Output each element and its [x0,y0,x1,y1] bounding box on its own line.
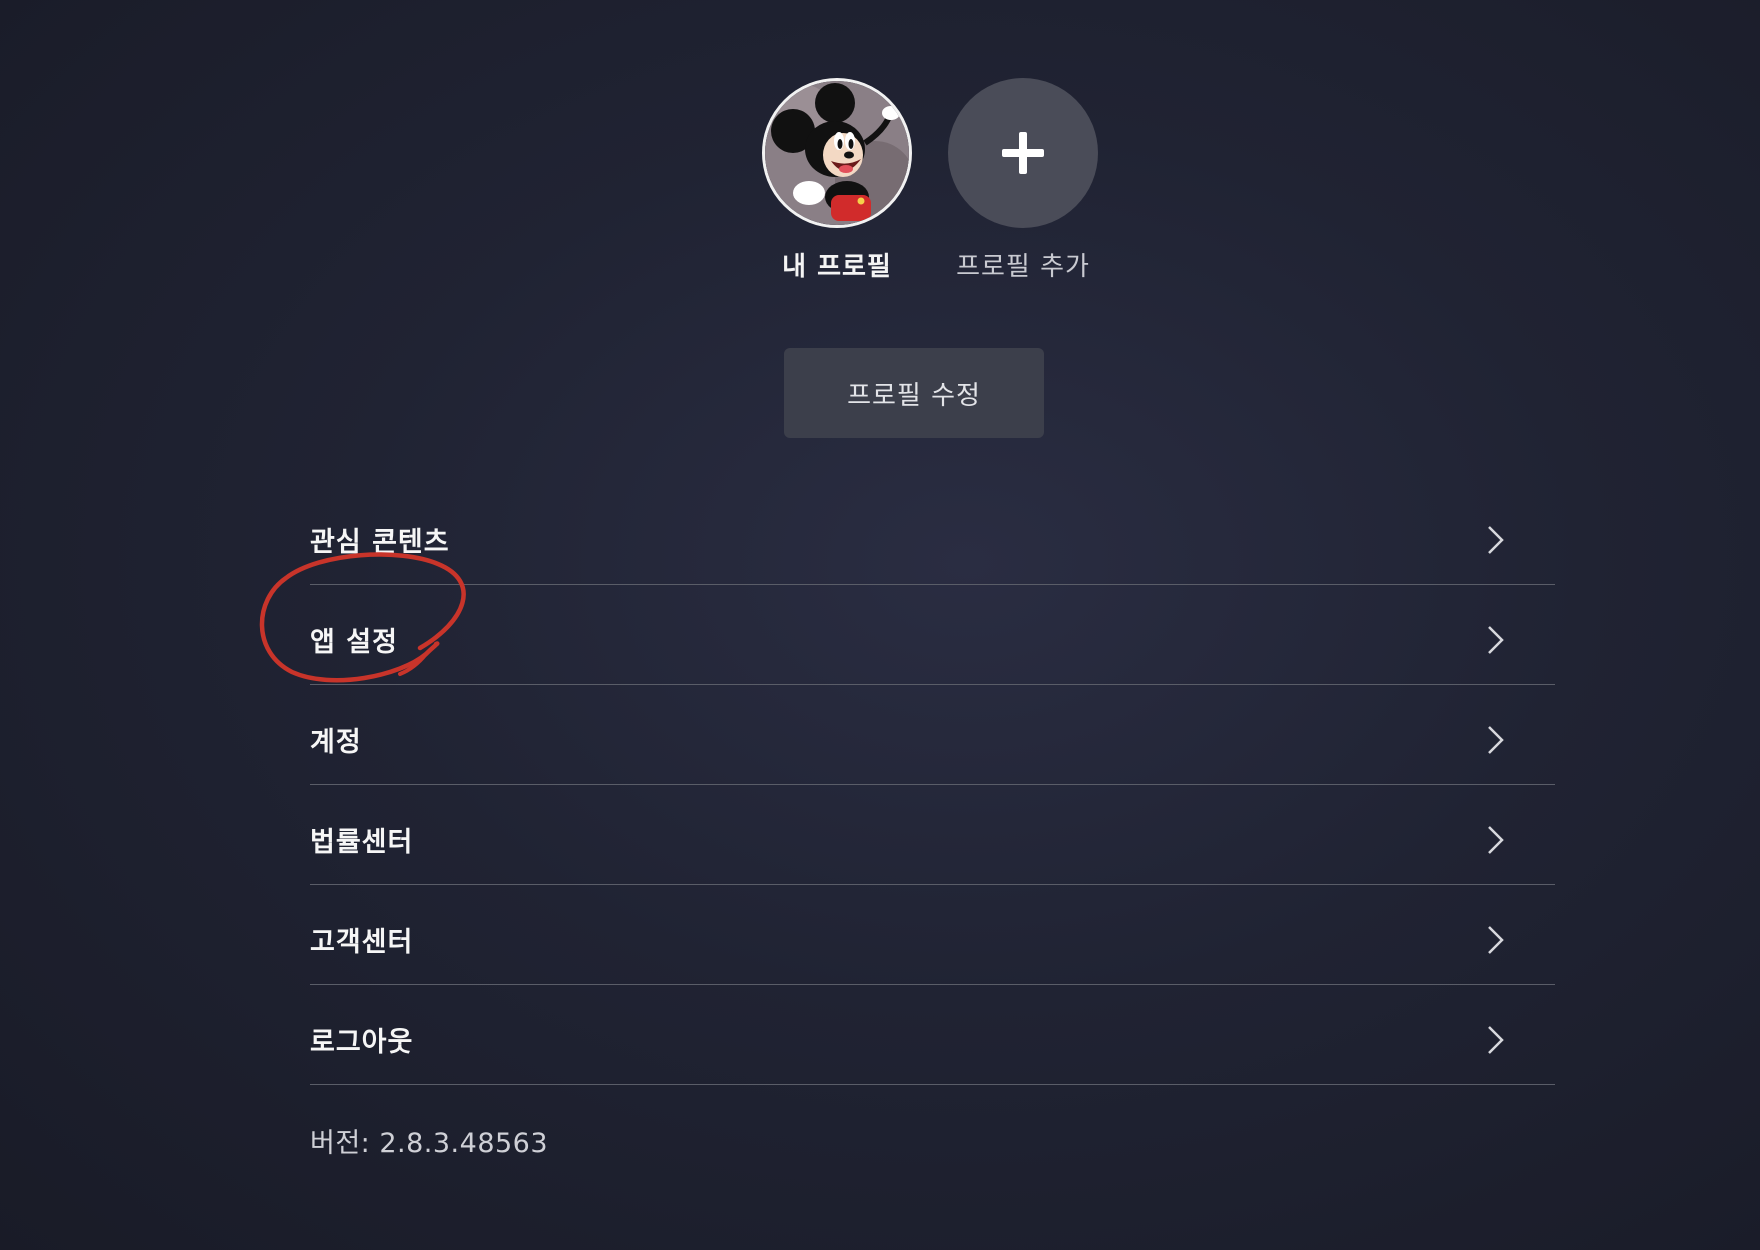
chevron-right-icon [1488,925,1504,954]
profile-name-add: 프로필 추가 [956,252,1090,282]
plus-icon [1002,132,1044,174]
menu-item-label: 관심 콘텐츠 [310,527,450,558]
profile-my[interactable]: 내 프로필 [762,78,912,283]
chevron-right-icon [1488,825,1504,854]
menu-item-account[interactable]: 계정 [310,685,1555,785]
add-profile-button[interactable] [948,78,1098,228]
menu-item-label: 계정 [310,727,362,758]
chevron-right-icon [1488,1025,1504,1054]
menu-item-help-center[interactable]: 고객센터 [310,885,1555,985]
profile-add[interactable]: 프로필 추가 [948,78,1098,283]
mickey-avatar-icon[interactable] [762,78,912,228]
menu-item-legal-center[interactable]: 법률센터 [310,785,1555,885]
settings-menu: 관심 콘텐츠 앱 설정 계정 법률센터 고객센터 로그아웃 버전: 2.8.3.… [310,485,1555,1160]
menu-item-label: 앱 설정 [310,627,398,658]
app-version: 버전: 2.8.3.48563 [310,1128,549,1159]
menu-item-watchlist[interactable]: 관심 콘텐츠 [310,485,1555,585]
chevron-right-icon [1488,525,1504,554]
menu-item-app-settings[interactable]: 앱 설정 [310,585,1555,685]
chevron-right-icon [1488,725,1504,754]
profile-name-my: 내 프로필 [782,252,892,282]
chevron-right-icon [1488,625,1504,654]
menu-item-logout[interactable]: 로그아웃 [310,985,1555,1085]
menu-item-label: 로그아웃 [310,1027,414,1058]
edit-profile-button[interactable]: 프로필 수정 [784,348,1044,438]
profiles-row: 내 프로필 프로필 추가 [0,78,1760,283]
menu-item-label: 고객센터 [310,927,414,958]
menu-item-label: 법률센터 [310,827,414,858]
